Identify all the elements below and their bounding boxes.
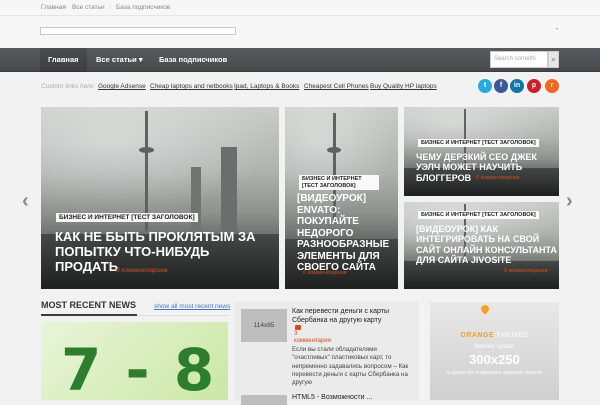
top-bar: Главная / Все статьи / База подписчиков bbox=[0, 0, 600, 16]
banner-line: banner space bbox=[474, 343, 515, 350]
heading-underline bbox=[41, 314, 137, 316]
banner-size: 300x250 bbox=[469, 352, 520, 367]
hero-main[interactable]: Бизнес и интернет [тест заголовок] Как н… bbox=[41, 107, 279, 289]
custom-link[interactable]: Ipad, Laptops & Books bbox=[234, 83, 299, 90]
featured-image-text: 7 - 8 bbox=[61, 336, 217, 400]
custom-link[interactable]: Google Adsense bbox=[98, 83, 146, 90]
search-input[interactable]: Search somethi bbox=[490, 51, 548, 68]
post-comment-count[interactable]: 3 комментария bbox=[294, 331, 331, 345]
top-link-home[interactable]: Главная bbox=[41, 4, 66, 11]
header: • bbox=[0, 16, 600, 48]
post-excerpt: Если вы стали обладателями "счастливых" … bbox=[292, 346, 409, 387]
nav-item-home[interactable]: Главная bbox=[40, 48, 87, 72]
comment-label: комментария bbox=[294, 338, 331, 345]
featured-news-image[interactable]: 7 - 8 bbox=[41, 322, 228, 400]
rss-icon[interactable]: r bbox=[545, 79, 559, 93]
custom-link[interactable]: Cheap laptops and netbooks bbox=[150, 83, 233, 90]
facebook-icon[interactable]: f bbox=[494, 79, 508, 93]
hero-title[interactable]: [Видеоурок] Как интегрировать на свой са… bbox=[416, 224, 559, 265]
slider-prev-arrow-icon[interactable]: ‹ bbox=[22, 190, 29, 213]
heading-divider bbox=[137, 315, 229, 316]
header-dot: • bbox=[556, 27, 559, 33]
top-link-base[interactable]: База подписчиков bbox=[116, 4, 170, 11]
section-heading: MOST RECENT NEWS bbox=[41, 300, 137, 310]
hero-middle[interactable]: Бизнес и интернет [тест заголовок] [Виде… bbox=[285, 107, 398, 289]
linkedin-icon[interactable]: in bbox=[510, 79, 524, 93]
hero-image-sky bbox=[41, 107, 279, 217]
category-tag[interactable]: Бизнес и интернет [тест заголовок] bbox=[299, 175, 379, 191]
hero-right-top[interactable]: Бизнес и интернет [тест заголовок] Чему … bbox=[404, 107, 559, 196]
comment-icon bbox=[295, 325, 301, 330]
hero-image-tower bbox=[139, 147, 154, 153]
comment-count[interactable]: 0 комментариев bbox=[303, 270, 347, 276]
top-link-all[interactable]: Все статьи bbox=[72, 4, 105, 11]
show-all-link[interactable]: show all most recent news bbox=[154, 303, 230, 310]
category-tag[interactable]: Бизнес и интернет [тест заголовок] bbox=[418, 211, 539, 219]
hero-image-tower bbox=[327, 147, 341, 153]
comment-number: 3 bbox=[294, 331, 298, 337]
separator: / bbox=[65, 4, 67, 11]
search-icon[interactable]: ⌕ bbox=[548, 51, 559, 68]
slider-next-arrow-icon[interactable]: › bbox=[566, 190, 573, 213]
hero-title[interactable]: [Видеоурок] Envato: покупайте недорого р… bbox=[297, 193, 395, 274]
custom-link[interactable]: Cheapest Cell Phones bbox=[304, 83, 369, 90]
category-tag[interactable]: Бизнес и интернет [тест заголовок] bbox=[418, 139, 539, 147]
nav-item-all-articles[interactable]: Все статьи ▾ bbox=[96, 48, 143, 72]
post-title[interactable]: Как перевести деньги с карты Сбербанка н… bbox=[292, 308, 416, 326]
hero-right-bottom[interactable]: Бизнес и интернет [тест заголовок] [Виде… bbox=[404, 202, 559, 289]
custom-links-label: Custom links here: bbox=[41, 83, 95, 90]
banner-line: a space for responsive adsense banner bbox=[446, 370, 543, 376]
banner-brand: ORANGE THEMES bbox=[460, 332, 529, 339]
post-thumbnail[interactable]: 114x85 bbox=[241, 309, 287, 342]
nav-item-subscribers[interactable]: База подписчиков bbox=[159, 48, 227, 72]
main-nav: Главная Все статьи ▾ База подписчиков Se… bbox=[0, 48, 600, 72]
pinterest-icon[interactable]: p bbox=[527, 79, 541, 93]
post-thumbnail[interactable] bbox=[241, 395, 287, 405]
custom-link[interactable]: Buy Quality HP laptops bbox=[370, 83, 437, 90]
category-tag[interactable]: Бизнес и интернет [тест заголовок] bbox=[56, 213, 198, 222]
header-banner-box bbox=[40, 27, 236, 35]
comment-count[interactable]: 0 комментариев bbox=[116, 267, 167, 274]
ad-banner[interactable]: ORANGE THEMES banner space 300x250 a spa… bbox=[430, 302, 559, 400]
separator: / bbox=[109, 4, 111, 11]
comment-count[interactable]: 0 комментариев bbox=[504, 268, 548, 274]
comment-count[interactable]: 0 комментариев bbox=[476, 175, 520, 181]
twitter-icon[interactable]: t bbox=[478, 79, 492, 93]
